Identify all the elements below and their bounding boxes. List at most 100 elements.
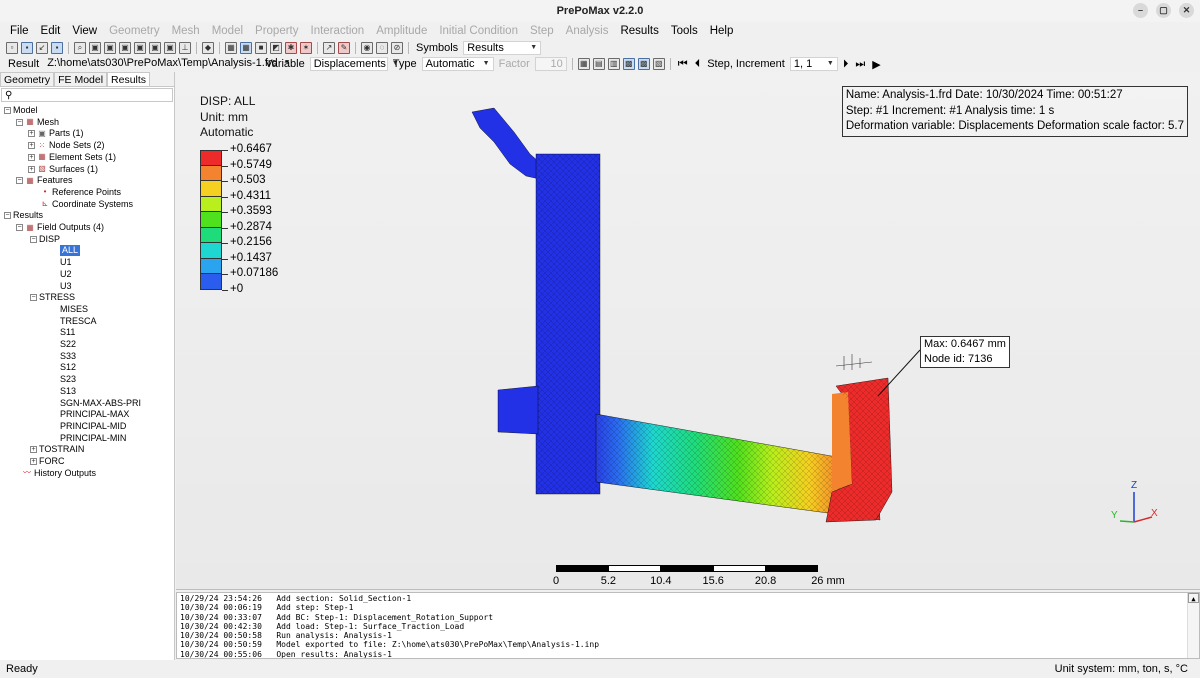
menu-view[interactable]: View	[66, 25, 103, 37]
menu-model[interactable]: Model	[206, 25, 249, 37]
tree-search-input[interactable]: ⚲	[1, 88, 173, 102]
tree-disp-u1[interactable]: U1	[60, 257, 72, 268]
view-iso-icon[interactable]: ⊥	[179, 42, 191, 54]
view-bottom-icon[interactable]: ▣	[134, 42, 146, 54]
tree-tostrain[interactable]: + TOSTRAIN	[30, 444, 84, 455]
wireframe-icon[interactable]: ▦	[225, 42, 237, 54]
expand-icon[interactable]: +	[28, 142, 35, 150]
menu-step[interactable]: Step	[524, 25, 560, 37]
tree-disp[interactable]: − DISP	[30, 234, 60, 245]
collapse-icon[interactable]: −	[30, 235, 37, 243]
transform-icon[interactable]: ✶	[300, 42, 312, 54]
max-value-annotation[interactable]: Max: 0.6467 mm Node id: 7136	[920, 336, 1010, 368]
query-icon[interactable]: ↗	[323, 42, 335, 54]
tree-disp-all[interactable]: ALL	[60, 245, 81, 257]
tree-history-outputs[interactable]: 〰 History Outputs	[22, 468, 96, 479]
graphics-viewport[interactable]: DISP: ALL Unit: mm Automatic +0.6467 +0.5…	[176, 72, 1200, 590]
collapse-icon[interactable]: −	[16, 224, 23, 231]
menu-edit[interactable]: Edit	[35, 25, 67, 37]
expand-icon[interactable]: +	[30, 446, 37, 454]
expand-icon[interactable]: +	[28, 165, 35, 173]
tree-surfaces[interactable]: + ▧ Surfaces (1)	[28, 164, 98, 175]
tree-node-sets[interactable]: + ⁙ Node Sets (2)	[28, 140, 105, 151]
maximize-icon[interactable]: ▢	[1156, 3, 1171, 18]
minimize-icon[interactable]: –	[1133, 3, 1148, 18]
log-scrollbar[interactable]: ▲	[1187, 593, 1199, 658]
tree-model[interactable]: − Model	[4, 105, 38, 116]
previous-step-icon[interactable]: ⏴	[693, 58, 703, 71]
menu-initial-condition[interactable]: Initial Condition	[433, 25, 524, 37]
tree-stress-principal-min[interactable]: PRINCIPAL-MIN	[60, 433, 126, 444]
step-increment-select[interactable]: 1, 1 ▼	[789, 57, 838, 71]
factor-input[interactable]: 10	[534, 57, 567, 71]
collapse-icon[interactable]: −	[16, 118, 23, 126]
symbols-select[interactable]: Results ▼	[463, 41, 542, 55]
menu-results[interactable]: Results	[614, 25, 664, 37]
tree-stress-s12[interactable]: S12	[60, 362, 76, 373]
deformed-wireframe-icon[interactable]: ▥	[607, 58, 620, 70]
play-icon[interactable]: ▶	[870, 58, 882, 71]
tree-forc[interactable]: + FORC	[30, 456, 65, 467]
hide-icon[interactable]: ◌	[376, 42, 388, 54]
save-icon[interactable]: ▪	[51, 42, 63, 54]
new-file-icon[interactable]: ▫	[6, 42, 18, 54]
first-step-icon[interactable]: ⏮	[676, 58, 690, 71]
tree-stress-principal-mid[interactable]: PRINCIPAL-MID	[60, 421, 126, 432]
view-right-icon[interactable]: ▣	[164, 42, 176, 54]
shaded-icon[interactable]: ■	[255, 42, 267, 54]
import-icon[interactable]: ↙	[36, 42, 48, 54]
expand-icon[interactable]: +	[28, 130, 35, 138]
tree-stress-s13[interactable]: S13	[60, 386, 76, 397]
tree-stress-s22[interactable]: S22	[60, 339, 76, 350]
scroll-up-icon[interactable]: ▲	[1188, 593, 1199, 603]
expand-icon[interactable]: +	[28, 153, 35, 161]
tree-disp-u3[interactable]: U3	[60, 281, 72, 292]
tab-results[interactable]: Results	[107, 72, 151, 86]
tree-stress-s11[interactable]: S11	[60, 327, 75, 338]
tree-mesh[interactable]: − ▦ Mesh	[16, 117, 59, 128]
type-select[interactable]: Automatic ▼	[421, 57, 494, 71]
view-top-icon[interactable]: ▣	[119, 42, 131, 54]
tree-stress[interactable]: − STRESS	[30, 292, 75, 303]
tab-geometry[interactable]: Geometry	[0, 72, 55, 86]
tab-fe-model[interactable]: FE Model	[54, 72, 108, 86]
tree-stress-sgn-max-abs-pri[interactable]: SGN-MAX-ABS-PRI	[60, 398, 141, 409]
menu-file[interactable]: File	[4, 25, 35, 37]
menu-property[interactable]: Property	[249, 25, 304, 37]
animation-icon[interactable]: ▧	[652, 58, 665, 70]
tree-disp-u2[interactable]: U2	[60, 269, 72, 280]
tree-features[interactable]: − ▦ Features	[16, 175, 73, 186]
collapse-icon[interactable]: −	[4, 212, 11, 220]
view-front-icon[interactable]: ▣	[89, 42, 101, 54]
tree-stress-s23[interactable]: S23	[60, 374, 76, 385]
tree-stress-tresca[interactable]: TRESCA	[60, 316, 97, 327]
variable-select[interactable]: Displacements ▼	[309, 57, 399, 71]
section-cut-icon[interactable]: ◩	[270, 42, 282, 54]
view-back-icon[interactable]: ▣	[104, 42, 116, 54]
next-step-icon[interactable]: ⏵	[841, 58, 851, 71]
expand-icon[interactable]: +	[30, 458, 37, 465]
open-file-icon[interactable]: ▪	[21, 42, 33, 54]
deformed-icon[interactable]: ▤	[592, 58, 605, 70]
show-icon[interactable]: ◉	[361, 42, 373, 54]
collapse-icon[interactable]: −	[16, 177, 23, 185]
menu-interaction[interactable]: Interaction	[305, 25, 371, 37]
output-log[interactable]: 10/29/24 23:54:26 Add section: Solid_Sec…	[176, 592, 1200, 659]
annotation-icon[interactable]: ✎	[338, 42, 350, 54]
deformed-contours-icon[interactable]: ▩	[637, 58, 650, 70]
menu-amplitude[interactable]: Amplitude	[370, 25, 433, 37]
collapse-icon[interactable]: −	[4, 107, 11, 114]
tree-stress-s33[interactable]: S33	[60, 351, 76, 362]
zoom-icon[interactable]: ⌕	[74, 42, 86, 54]
tree-parts[interactable]: + ▣ Parts (1)	[28, 128, 84, 139]
menu-mesh[interactable]: Mesh	[166, 25, 206, 37]
collapse-icon[interactable]: −	[30, 294, 37, 302]
view-left-icon[interactable]: ▣	[149, 42, 161, 54]
explode-icon[interactable]: ✱	[285, 42, 297, 54]
result-file-select[interactable]: Z:\home\ats030\PrePoMax\Temp\Analysis-1.…	[44, 57, 290, 71]
menu-geometry[interactable]: Geometry	[103, 25, 166, 37]
tree-stress-mises[interactable]: MISES	[60, 304, 88, 315]
tree-field-outputs[interactable]: − ▦ Field Outputs (4)	[16, 222, 104, 233]
tree-coordinate-systems[interactable]: ⊾ Coordinate Systems	[40, 199, 133, 210]
tree-stress-principal-max[interactable]: PRINCIPAL-MAX	[60, 409, 129, 420]
